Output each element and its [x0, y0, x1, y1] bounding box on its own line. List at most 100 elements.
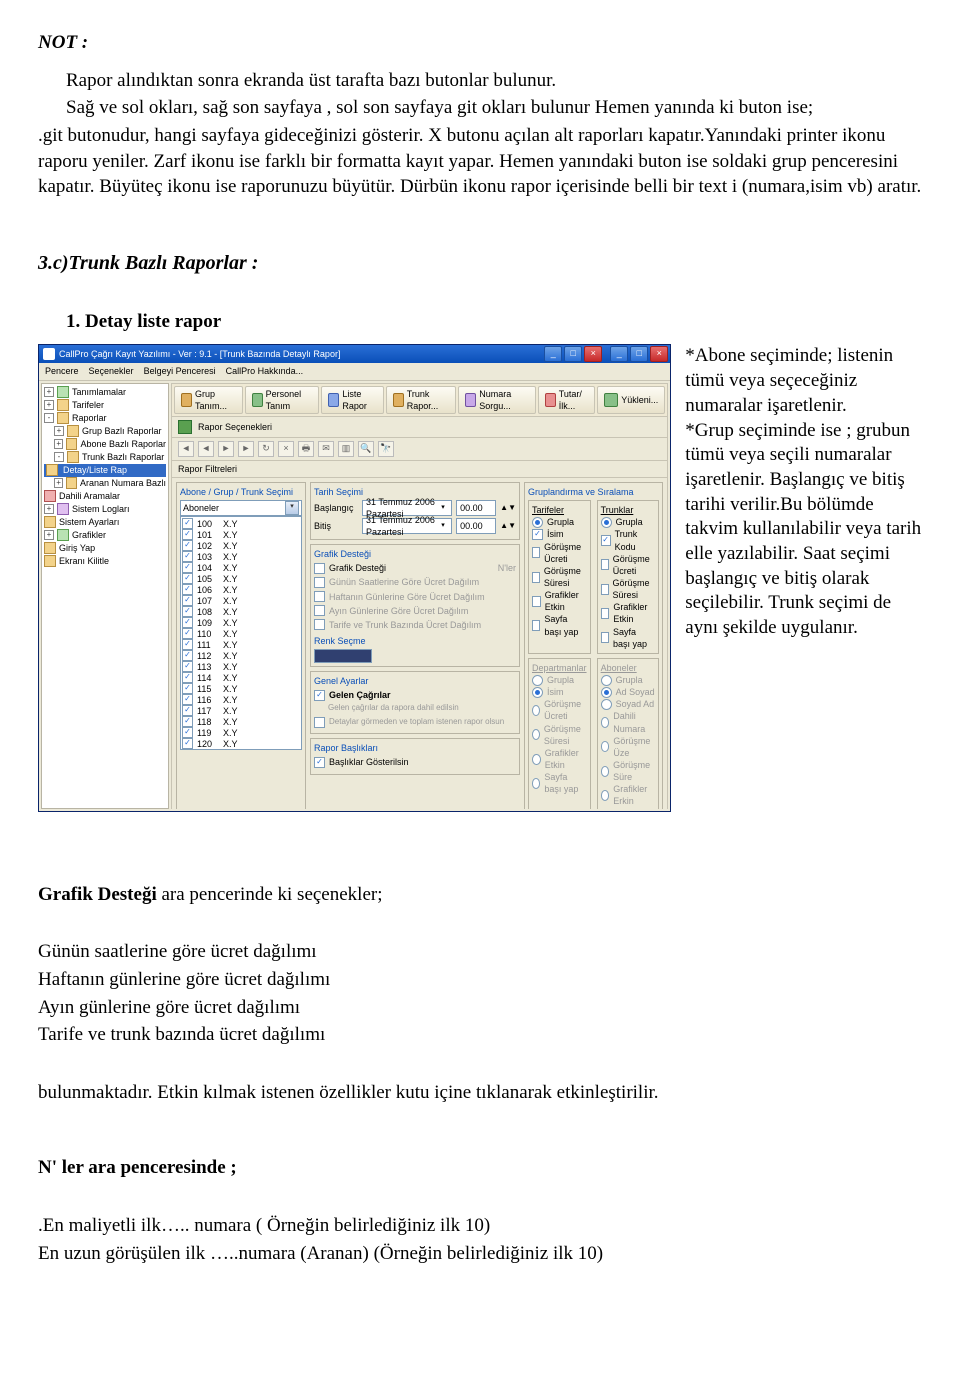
- list-item[interactable]: ✓119X.Y: [182, 727, 300, 738]
- child-min-button[interactable]: _: [544, 346, 562, 362]
- list-checkbox[interactable]: ✓: [182, 694, 193, 705]
- checkbox-option[interactable]: [532, 547, 540, 558]
- toolbar-button[interactable]: Tutar/İlk...: [538, 386, 595, 414]
- close-button[interactable]: ×: [650, 346, 668, 362]
- tree-node-label[interactable]: Grafikler: [72, 529, 106, 541]
- menu-secenekler[interactable]: Seçenekler: [89, 365, 134, 377]
- list-checkbox[interactable]: ✓: [182, 518, 193, 529]
- abone-dropdown[interactable]: Aboneler ▾: [180, 500, 302, 516]
- list-checkbox[interactable]: ✓: [182, 661, 193, 672]
- grafik-cb[interactable]: [314, 563, 325, 574]
- tree-node-label[interactable]: Raporlar: [72, 412, 107, 424]
- list-checkbox[interactable]: ✓: [182, 738, 193, 749]
- g2-cb[interactable]: [314, 591, 325, 602]
- g1-cb[interactable]: [314, 577, 325, 588]
- baslangic-time[interactable]: 00.00: [456, 500, 496, 516]
- checkbox-option[interactable]: [532, 596, 541, 607]
- toolbar-button[interactable]: Liste Rapor: [321, 386, 383, 414]
- radio-option[interactable]: [601, 790, 610, 801]
- list-item[interactable]: ✓107X.Y: [182, 595, 300, 606]
- menu-pencere[interactable]: Pencere: [45, 365, 79, 377]
- tree-node-label[interactable]: Tarifeler: [72, 399, 104, 411]
- child-max-button[interactable]: □: [564, 346, 582, 362]
- nav-glyph[interactable]: ◄: [198, 441, 214, 457]
- list-item[interactable]: ✓104X.Y: [182, 562, 300, 573]
- nav-glyph[interactable]: ►: [218, 441, 234, 457]
- list-item[interactable]: ✓101X.Y: [182, 529, 300, 540]
- tree-expander[interactable]: +: [44, 400, 54, 410]
- list-item[interactable]: ✓105X.Y: [182, 573, 300, 584]
- list-item[interactable]: ✓117X.Y: [182, 705, 300, 716]
- tree-expander[interactable]: +: [44, 504, 54, 514]
- checkbox-option[interactable]: [601, 584, 609, 595]
- ga2-cb[interactable]: [314, 717, 325, 728]
- nav-glyph[interactable]: 🔭: [378, 441, 394, 457]
- checkbox-option[interactable]: [532, 572, 540, 583]
- list-item[interactable]: ✓106X.Y: [182, 584, 300, 595]
- tree-expander[interactable]: +: [54, 478, 63, 488]
- radio-option[interactable]: [601, 717, 610, 728]
- radio-option[interactable]: [532, 754, 541, 765]
- nav-glyph[interactable]: ▥: [338, 441, 354, 457]
- list-checkbox[interactable]: ✓: [182, 551, 193, 562]
- toolbar-button[interactable]: Numara Sorgu...: [458, 386, 536, 414]
- nav-glyph[interactable]: ►: [238, 441, 254, 457]
- tree-expander[interactable]: -: [54, 452, 64, 462]
- list-checkbox[interactable]: ✓: [182, 540, 193, 551]
- list-item[interactable]: ✓115X.Y: [182, 683, 300, 694]
- checkbox-option[interactable]: [532, 620, 540, 631]
- list-checkbox[interactable]: ✓: [182, 584, 193, 595]
- tree-node-label[interactable]: Dahili Aramalar: [59, 490, 120, 502]
- tree-node-label[interactable]: Detay/Liste Rap: [61, 464, 129, 476]
- list-item[interactable]: ✓100X.Y: [182, 518, 300, 529]
- radio-option[interactable]: [601, 699, 612, 710]
- tree-expander[interactable]: +: [54, 439, 63, 449]
- list-item[interactable]: ✓108X.Y: [182, 606, 300, 617]
- radio-option[interactable]: [601, 741, 610, 752]
- radio-option[interactable]: [601, 675, 612, 686]
- tree-node-label[interactable]: Trunk Bazlı Raporlar: [82, 451, 164, 463]
- nav-glyph[interactable]: ◄: [178, 441, 194, 457]
- menu-hakkinda[interactable]: CallPro Hakkında...: [226, 365, 304, 377]
- list-item[interactable]: ✓114X.Y: [182, 672, 300, 683]
- baslik-cb[interactable]: ✓: [314, 757, 325, 768]
- tree-expander[interactable]: +: [44, 387, 54, 397]
- list-checkbox[interactable]: ✓: [182, 562, 193, 573]
- radio-option[interactable]: [532, 729, 540, 740]
- max-button[interactable]: □: [630, 346, 648, 362]
- tree-node-label[interactable]: Abone Bazlı Raporlar: [80, 438, 166, 450]
- list-checkbox[interactable]: ✓: [182, 595, 193, 606]
- tree-node-label[interactable]: Grup Bazlı Raporlar: [82, 425, 162, 437]
- list-item[interactable]: ✓109X.Y: [182, 617, 300, 628]
- radio-option[interactable]: [532, 778, 540, 789]
- renk-swatch[interactable]: [314, 649, 372, 663]
- radio-option[interactable]: [532, 517, 543, 528]
- tree-node-label[interactable]: Aranan Numara Bazlı: [80, 477, 166, 489]
- tree-node-label[interactable]: Sistem Logları: [72, 503, 130, 515]
- list-item[interactable]: ✓120X.Y: [182, 738, 300, 749]
- bitis-date[interactable]: 31 Temmuz 2006 Pazartesi▾: [362, 518, 452, 534]
- list-item[interactable]: ✓102X.Y: [182, 540, 300, 551]
- radio-option[interactable]: [601, 517, 612, 528]
- radio-option[interactable]: [532, 675, 543, 686]
- list-item[interactable]: ✓113X.Y: [182, 661, 300, 672]
- min-button[interactable]: _: [610, 346, 628, 362]
- radio-option[interactable]: [532, 705, 540, 716]
- list-checkbox[interactable]: ✓: [182, 628, 193, 639]
- tree-node-label[interactable]: Sistem Ayarları: [59, 516, 119, 528]
- radio-option[interactable]: [601, 687, 612, 698]
- nav-glyph[interactable]: ×: [278, 441, 294, 457]
- list-checkbox[interactable]: ✓: [182, 617, 193, 628]
- list-checkbox[interactable]: ✓: [182, 727, 193, 738]
- toolbar-button[interactable]: Trunk Rapor...: [386, 386, 456, 414]
- tree-expander[interactable]: +: [54, 426, 64, 436]
- list-item[interactable]: ✓111X.Y: [182, 639, 300, 650]
- tree-expander[interactable]: +: [44, 530, 54, 540]
- checkbox-option[interactable]: ✓: [601, 535, 611, 546]
- tree-node-label[interactable]: Giriş Yap: [59, 542, 95, 554]
- abone-listbox[interactable]: ✓100X.Y✓101X.Y✓102X.Y✓103X.Y✓104X.Y✓105X…: [180, 516, 302, 750]
- list-checkbox[interactable]: ✓: [182, 639, 193, 650]
- toolbar-button[interactable]: Grup Tanım...: [174, 386, 243, 414]
- toolbar-button[interactable]: Yükleni...: [597, 386, 665, 414]
- list-item[interactable]: ✓103X.Y: [182, 551, 300, 562]
